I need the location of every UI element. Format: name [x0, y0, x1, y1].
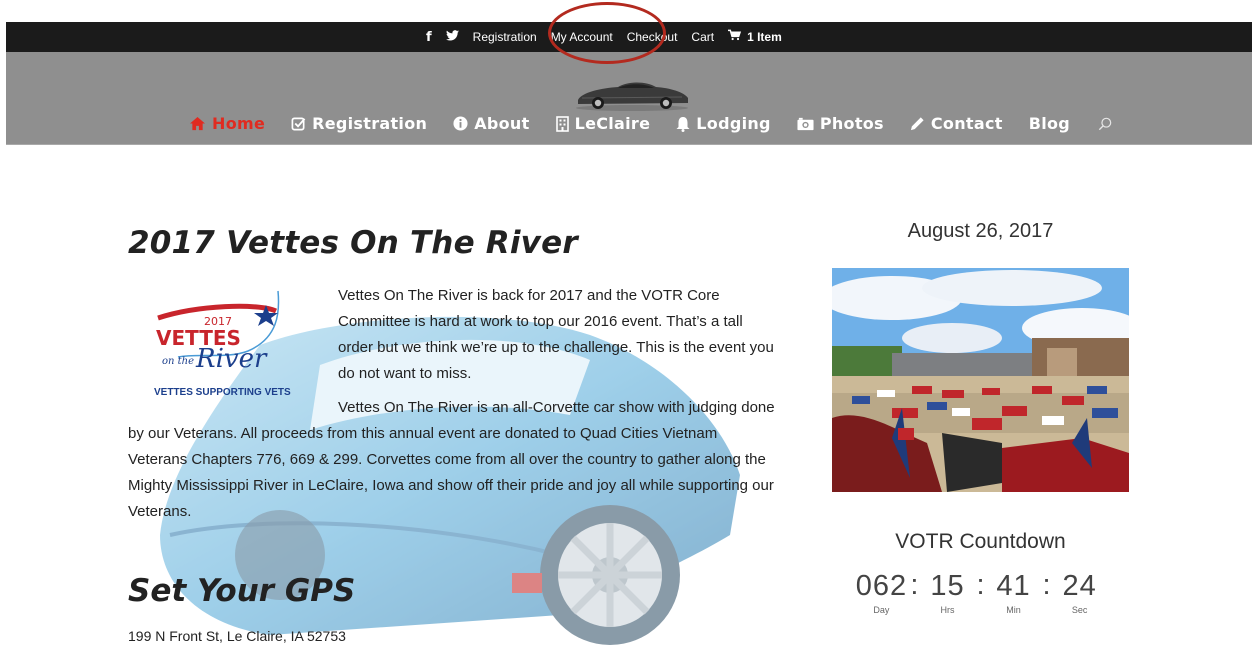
countdown-label: Min — [1006, 605, 1021, 615]
intro-paragraph: Vettes On The River is back for 2017 and… — [338, 287, 774, 382]
top-link-registration[interactable]: Registration — [473, 30, 537, 44]
site-logo-car[interactable] — [572, 78, 692, 112]
facebook-icon[interactable]: f — [426, 30, 432, 45]
nav-item-home[interactable]: Home — [189, 114, 265, 133]
event-date: August 26, 2017 — [907, 220, 1054, 242]
primary-nav: Home Registration About LeClaire Lodging — [189, 114, 1112, 133]
nav-item-registration[interactable]: Registration — [291, 114, 427, 133]
countdown-label: Hrs — [940, 605, 955, 615]
building-icon — [555, 115, 569, 132]
nav-item-about[interactable]: About — [453, 114, 529, 133]
countdown-minutes: 41 Min — [987, 570, 1041, 615]
top-bar-links: f Registration My Account Checkout Cart … — [426, 22, 782, 52]
search-icon[interactable] — [1098, 117, 1112, 131]
camera-icon — [797, 117, 814, 131]
description-paragraph: Vettes On The River is an all-Corvette c… — [128, 399, 775, 520]
nav-item-lodging[interactable]: Lodging — [676, 114, 771, 133]
nav-item-blog[interactable]: Blog — [1029, 114, 1070, 133]
check-square-icon — [291, 116, 306, 131]
votr-logo: 2017 VETTES on the River VETTES SUPPORTI… — [154, 290, 291, 398]
svg-text:VETTES SUPPORTING VETS: VETTES SUPPORTING VETS — [154, 387, 291, 398]
countdown-separator: : — [1042, 569, 1051, 601]
countdown-days: 062 Day — [854, 570, 908, 615]
nav-item-photos[interactable]: Photos — [797, 114, 884, 133]
gps-heading: Set Your GPS — [128, 573, 356, 609]
page-title: 2017 Vettes On The River — [128, 225, 578, 261]
top-bar: f Registration My Account Checkout Cart … — [6, 22, 1252, 52]
countdown-label: Day — [873, 605, 890, 615]
bell-icon — [676, 116, 690, 132]
nav-item-label: Contact — [930, 114, 1003, 133]
countdown-value: 24 — [1062, 570, 1097, 602]
svg-text:River: River — [195, 344, 268, 374]
info-icon — [453, 116, 468, 131]
nav-item-label: Lodging — [696, 114, 771, 133]
twitter-icon[interactable] — [445, 29, 459, 45]
home-icon — [189, 116, 206, 131]
nav-item-leclaire[interactable]: LeClaire — [555, 114, 651, 133]
cart-icon[interactable] — [728, 29, 742, 45]
countdown-value: 062 — [855, 570, 908, 602]
intro-section: 2017 VETTES on the River VETTES SUPPORTI… — [128, 283, 778, 525]
svg-text:on the: on the — [162, 356, 194, 367]
nav-item-label: Home — [212, 114, 266, 133]
nav-item-label: About — [474, 114, 530, 133]
event-photo[interactable] — [832, 268, 1129, 492]
main-content: 2017 Vettes On The River 2017 VETTES on … — [128, 225, 778, 525]
top-link-my-account[interactable]: My Account — [551, 30, 613, 44]
countdown-timer: 062 Day : 15 Hrs : 41 Min : 24 Sec — [832, 570, 1129, 615]
nav-item-label: Photos — [819, 114, 884, 133]
countdown-value: 15 — [930, 570, 965, 602]
nav-item-label: LeClaire — [574, 114, 651, 133]
countdown-separator: : — [910, 569, 919, 601]
event-address: 199 N Front St, Le Claire, IA 52753 — [128, 628, 346, 644]
nav-item-contact[interactable]: Contact — [910, 114, 1003, 133]
countdown-value: 41 — [996, 570, 1031, 602]
top-link-checkout[interactable]: Checkout — [627, 30, 678, 44]
nav-item-label: Blog — [1028, 114, 1071, 133]
countdown-title: VOTR Countdown — [895, 530, 1066, 553]
countdown-separator: : — [976, 569, 985, 601]
countdown-hours: 15 Hrs — [920, 570, 974, 615]
countdown-label: Sec — [1071, 605, 1088, 615]
main-header: Home Registration About LeClaire Lodging — [6, 52, 1252, 145]
top-link-cart[interactable]: Cart — [691, 30, 714, 44]
pencil-icon — [910, 116, 925, 131]
countdown-seconds: 24 Sec — [1053, 570, 1107, 615]
cart-item-count[interactable]: 1 Item — [747, 30, 782, 44]
nav-item-label: Registration — [312, 114, 428, 133]
